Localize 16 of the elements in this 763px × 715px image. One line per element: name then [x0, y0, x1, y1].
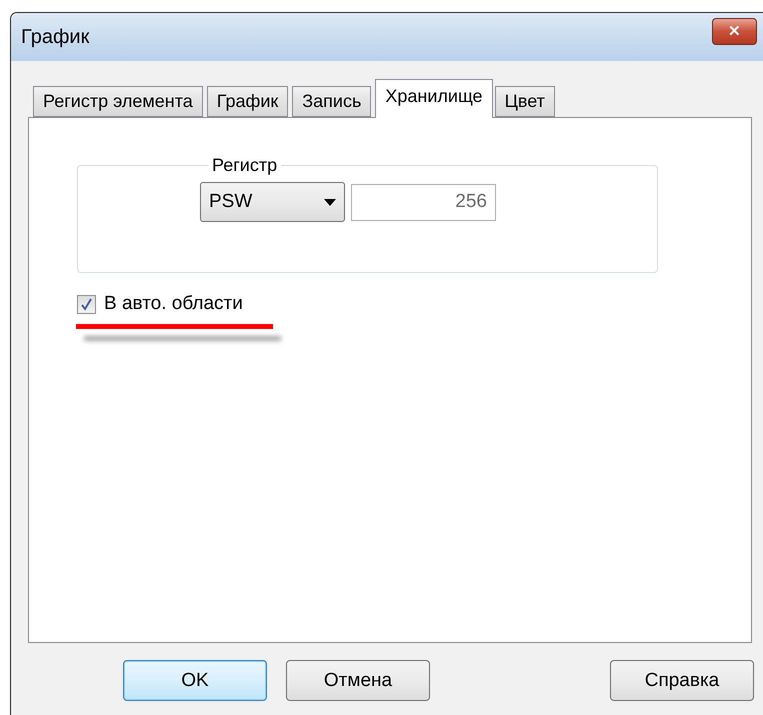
group-legend: Регистр [208, 155, 282, 176]
ok-button[interactable]: OK [123, 660, 267, 701]
dropdown-arrow-icon [324, 198, 336, 206]
help-button[interactable]: Справка [610, 660, 754, 701]
tab[interactable]: Цвет [494, 86, 555, 117]
checkbox[interactable] [77, 294, 96, 314]
cancel-button[interactable]: Отмена [286, 660, 430, 701]
device-dropdown[interactable]: PSW [200, 182, 345, 222]
tab[interactable]: Хранилище [375, 79, 493, 118]
checkbox-label: В авто. области [104, 293, 243, 315]
close-button[interactable]: ✕ [712, 18, 757, 44]
tab[interactable]: Запись [292, 86, 372, 117]
tab[interactable]: Регистр элемента [33, 86, 203, 117]
window-title: График [21, 26, 90, 48]
tab[interactable]: График [206, 86, 288, 117]
address-field[interactable]: 256 [351, 184, 496, 220]
